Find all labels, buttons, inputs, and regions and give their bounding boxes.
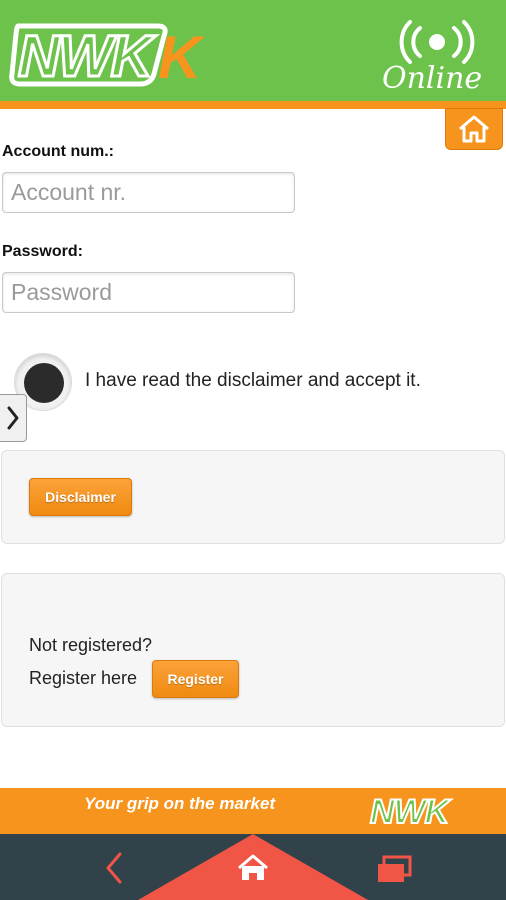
app-footer: Your grip on the market NWK [0,788,506,834]
system-nav-bar [0,834,506,900]
accept-disclaimer-label: I have read the disclaimer and accept it… [85,370,421,391]
footer-tagline: Your grip on the market [84,794,276,813]
not-registered-text: Not registered? [29,635,153,655]
svg-text:NWK: NWK [18,24,157,88]
header-accent-stripe [0,101,506,109]
nav-home-button[interactable] [138,834,368,900]
chevron-right-icon [7,406,19,430]
svg-text:K: K [158,24,205,88]
nwk-footer-logo: NWK [369,792,454,828]
nwk-logo: NWK K [9,23,205,88]
register-panel: Not registered? Register here Register [1,573,505,727]
back-arrow-icon[interactable] [100,850,130,886]
account-input[interactable] [2,172,295,213]
app-header: NWK K Online [0,0,506,104]
register-button[interactable]: Register [152,660,239,698]
password-label: Password: [2,243,83,260]
account-label: Account num.: [2,143,114,160]
online-signal-logo: Online [382,20,482,94]
recent-apps-icon[interactable] [374,854,414,886]
password-input[interactable] [2,272,295,313]
svg-text:Online: Online [382,61,482,94]
disclaimer-panel: Disclaimer [1,450,505,544]
home-button[interactable] [445,108,503,150]
svg-text:NWK: NWK [370,793,452,828]
side-panel-tab[interactable] [0,394,27,442]
disclaimer-button[interactable]: Disclaimer [29,478,132,516]
home-icon [459,115,489,143]
radio-dot [24,363,64,403]
register-here-text: Register here [29,668,138,688]
